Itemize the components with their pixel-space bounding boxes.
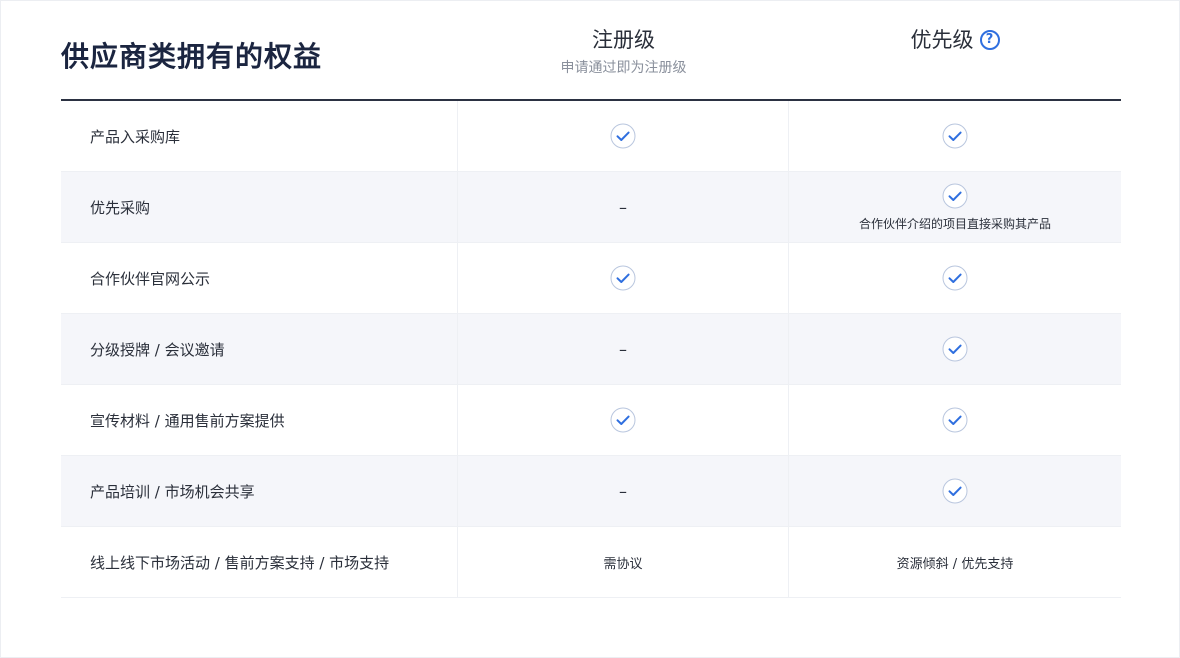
row-priority-cell: 合作伙伴介绍的项目直接采购其产品: [789, 172, 1121, 242]
benefits-table: 供应商类拥有的权益 注册级 申请通过即为注册级 优先级 ? 产品入采购库 优先采购…: [61, 1, 1121, 598]
table-row: 优先采购 – 合作伙伴介绍的项目直接采购其产品: [61, 172, 1121, 243]
row-priority-cell: [789, 456, 1121, 526]
tier-priority-name: 优先级: [910, 28, 974, 52]
benefit-value-text: 资源倾斜 / 优先支持: [896, 556, 1014, 572]
benefit-value-text: 需协议: [603, 556, 643, 572]
check-circle-icon: [610, 123, 636, 149]
table-row: 产品培训 / 市场机会共享 –: [61, 456, 1121, 527]
table-row: 线上线下市场活动 / 售前方案支持 / 市场支持 需协议 资源倾斜 / 优先支持: [61, 527, 1121, 598]
table-header: 供应商类拥有的权益 注册级 申请通过即为注册级 优先级 ?: [61, 1, 1121, 101]
benefit-note: 合作伙伴介绍的项目直接采购其产品: [858, 216, 1051, 231]
row-registered-cell: –: [458, 172, 789, 242]
row-registered-cell: [458, 101, 789, 171]
row-priority-cell: 资源倾斜 / 优先支持: [789, 527, 1121, 597]
check-circle-icon: [942, 265, 968, 291]
not-included-dash: –: [619, 339, 627, 359]
check-circle-icon: [942, 123, 968, 149]
check-circle-icon: [942, 336, 968, 362]
row-registered-cell: 需协议: [458, 527, 789, 597]
row-registered-cell: –: [458, 456, 789, 526]
tier-registered-subtitle: 申请通过即为注册级: [560, 60, 687, 76]
tier-priority-header: 优先级 ?: [789, 25, 1121, 55]
row-registered-cell: –: [458, 314, 789, 384]
question-circle-icon[interactable]: ?: [979, 30, 1000, 50]
benefit-label: 产品入采购库: [61, 101, 458, 171]
tier-priority-title: 优先级 ?: [911, 25, 1000, 55]
table-body: 产品入采购库 优先采购 – 合作伙伴介绍的项目直接采购其产品合作伙伴官网公示 分级授牌 …: [61, 101, 1121, 598]
table-row: 宣传材料 / 通用售前方案提供: [61, 385, 1121, 456]
benefit-label: 优先采购: [61, 172, 458, 242]
row-priority-cell: [789, 385, 1121, 455]
table-row: 合作伙伴官网公示: [61, 243, 1121, 314]
row-priority-cell: [789, 101, 1121, 171]
not-included-dash: –: [619, 481, 627, 501]
benefit-label: 线上线下市场活动 / 售前方案支持 / 市场支持: [61, 527, 458, 597]
check-circle-icon: [942, 407, 968, 433]
row-priority-cell: [789, 314, 1121, 384]
check-circle-icon: [610, 407, 636, 433]
check-circle-icon: [942, 478, 968, 504]
table-row: 产品入采购库: [61, 101, 1121, 172]
benefit-label: 产品培训 / 市场机会共享: [61, 456, 458, 526]
tier-registered-header: 注册级 申请通过即为注册级: [458, 25, 789, 77]
benefit-label: 宣传材料 / 通用售前方案提供: [61, 385, 458, 455]
row-priority-cell: [789, 243, 1121, 313]
benefit-label: 分级授牌 / 会议邀请: [61, 314, 458, 384]
row-registered-cell: [458, 385, 789, 455]
page-title: 供应商类拥有的权益: [61, 40, 323, 73]
check-circle-icon: [942, 183, 968, 209]
table-row: 分级授牌 / 会议邀请 –: [61, 314, 1121, 385]
not-included-dash: –: [619, 197, 627, 217]
benefits-page: 供应商类拥有的权益 注册级 申请通过即为注册级 优先级 ? 产品入采购库 优先采购…: [0, 0, 1180, 658]
check-circle-icon: [610, 265, 636, 291]
tier-registered-name: 注册级: [592, 28, 655, 52]
row-registered-cell: [458, 243, 789, 313]
benefit-label: 合作伙伴官网公示: [61, 243, 458, 313]
